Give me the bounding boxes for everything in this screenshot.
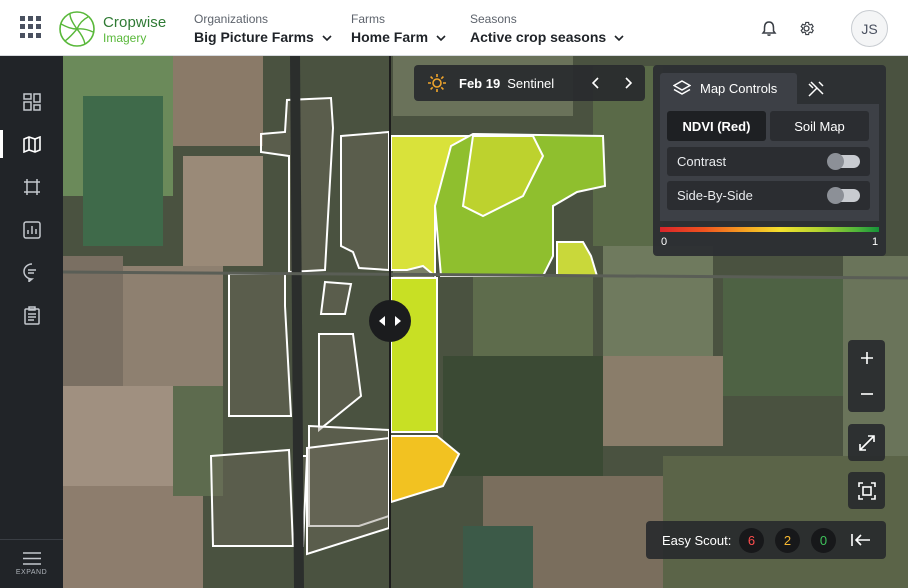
zoom-in-button[interactable] (848, 340, 885, 376)
chevron-down-icon (614, 34, 624, 41)
organization-label: Organizations (194, 12, 269, 26)
expand-label: EXPAND (15, 569, 48, 576)
imagery-date-bar: Feb 19 Sentinel (414, 65, 645, 101)
season-value: Active crop seasons (470, 29, 607, 45)
notifications-bell-icon[interactable] (757, 16, 781, 40)
tab-tools[interactable] (803, 76, 829, 102)
chevron-down-icon (436, 34, 446, 41)
chevron-down-icon (322, 34, 332, 41)
side-by-side-label: Side-By-Side (677, 188, 753, 203)
field-boundary-icon (23, 179, 40, 195)
layer-soil-map-button[interactable]: Soil Map (770, 111, 869, 141)
scout-count-green-value: 0 (819, 533, 828, 548)
brand-name: Cropwise Imagery (103, 14, 166, 45)
imagery-date: Feb 19 (459, 75, 501, 91)
map-controls-panel: Map Controls NDVI (Red) Soil Map Contras… (653, 65, 886, 256)
report-chart-icon (22, 221, 41, 239)
farm-selector[interactable]: Farms Home Farm (351, 12, 446, 47)
sidebar-item-tasks[interactable] (0, 297, 63, 333)
top-bar: Cropwise Imagery Organizations Big Pictu… (0, 0, 908, 56)
contrast-label: Contrast (677, 154, 727, 169)
sidebar-item-reports[interactable] (0, 212, 63, 248)
fit-to-fields-button[interactable] (848, 472, 885, 509)
app-launcher-icon[interactable] (20, 16, 42, 38)
left-sidebar: EXPAND (0, 56, 63, 588)
organization-value: Big Picture Farms (194, 29, 314, 45)
easy-scout-label: Easy Scout: (662, 532, 732, 548)
chevron-left-icon (592, 77, 599, 89)
layers-icon (673, 79, 691, 95)
fullscreen-button[interactable] (848, 424, 885, 461)
zoom-controls (848, 340, 885, 412)
sun-icon (428, 74, 446, 92)
split-view-handle[interactable] (369, 300, 411, 342)
imagery-source: Sentinel (507, 75, 555, 91)
clipboard-icon (23, 305, 40, 325)
comment-icon (22, 262, 36, 282)
expand-sidebar-button[interactable]: EXPAND (0, 539, 63, 588)
sidebar-item-dashboard[interactable] (0, 84, 63, 120)
collapse-left-icon (851, 534, 870, 546)
map-controls-body: NDVI (Red) Soil Map Contrast Side-By-Sid… (660, 104, 879, 221)
scale-min-label: 0 (661, 236, 668, 248)
map-canvas[interactable]: Feb 19 Sentinel Map Controls NDVI (Red) … (63, 56, 908, 588)
brand-subtitle: Imagery (103, 31, 147, 45)
tab-map-controls[interactable]: Map Controls (660, 73, 797, 104)
brand-title: Cropwise (103, 14, 167, 31)
farm-label: Farms (351, 12, 385, 26)
collapse-scout-button[interactable] (850, 530, 872, 550)
side-by-side-toggle[interactable] (827, 187, 860, 204)
zoom-out-button[interactable] (848, 376, 885, 412)
hamburger-menu-icon (22, 552, 41, 565)
cropwise-logo (59, 11, 95, 47)
dashboard-icon (22, 93, 41, 111)
user-avatar[interactable]: JS (851, 10, 888, 47)
sidebar-item-fields[interactable] (0, 169, 63, 205)
drag-arrows-icon (379, 316, 401, 326)
focus-frame-icon (857, 481, 876, 500)
expand-arrows-icon (858, 434, 875, 451)
scout-count-green[interactable]: 0 (811, 528, 836, 553)
layer-ndvi-button[interactable]: NDVI (Red) (667, 111, 766, 141)
user-initials: JS (861, 20, 878, 37)
tab-map-controls-label: Map Controls (700, 81, 778, 96)
ndvi-color-scale (660, 227, 879, 232)
previous-date-button[interactable] (587, 74, 605, 92)
farm-value: Home Farm (351, 29, 429, 45)
organization-selector[interactable]: Organizations Big Picture Farms (194, 12, 332, 47)
side-by-side-toggle-row[interactable]: Side-By-Side (667, 181, 870, 210)
scout-count-red[interactable]: 6 (739, 528, 764, 553)
scout-count-yellow-value: 2 (783, 533, 792, 548)
map-icon (22, 135, 41, 153)
sidebar-item-comments[interactable] (0, 254, 63, 290)
next-date-button[interactable] (619, 74, 637, 92)
layer-ndvi-label: NDVI (Red) (682, 118, 751, 134)
scout-count-red-value: 6 (747, 533, 756, 548)
contrast-toggle[interactable] (827, 153, 860, 170)
scout-count-yellow[interactable]: 2 (775, 528, 800, 553)
season-label: Seasons (470, 12, 517, 26)
contrast-toggle-row[interactable]: Contrast (667, 147, 870, 176)
chevron-right-icon (625, 77, 632, 89)
plus-icon (860, 352, 873, 364)
easy-scout-bar: Easy Scout: 6 2 0 (646, 521, 886, 559)
scale-max-label: 1 (872, 236, 879, 248)
layer-soil-map-label: Soil Map (794, 118, 845, 134)
minus-icon (860, 393, 873, 395)
season-selector[interactable]: Seasons Active crop seasons (470, 12, 624, 47)
sidebar-item-map[interactable] (0, 126, 63, 162)
tools-icon (808, 81, 824, 97)
settings-gear-icon[interactable] (794, 16, 818, 40)
